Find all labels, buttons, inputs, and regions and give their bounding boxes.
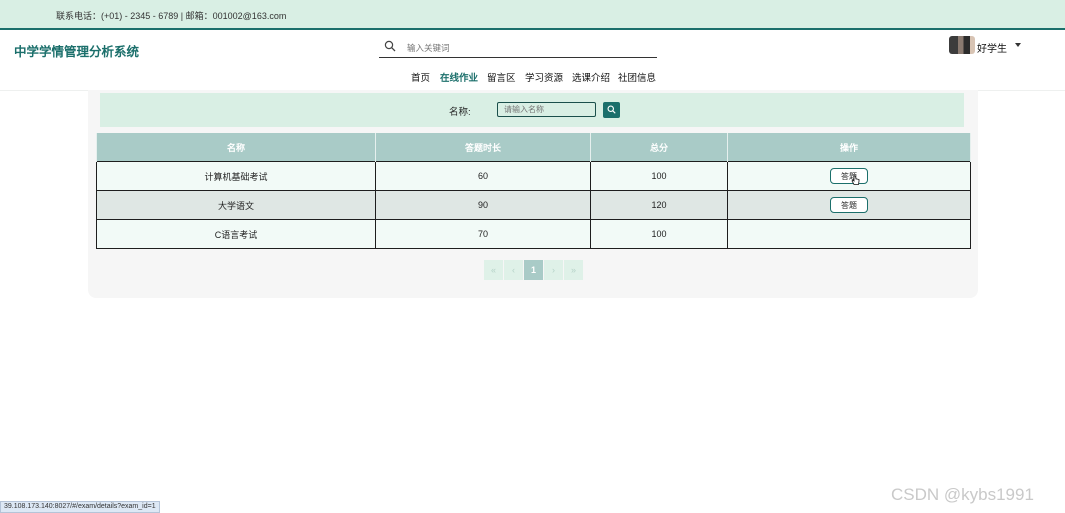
table-row: 大学语文 90 120 答题 (96, 190, 971, 220)
exam-total-score: 120 (590, 190, 728, 220)
browser-status-url: 39.108.173.140:8027/#/exam/details?exam_… (0, 501, 160, 513)
nav-item-online-homework[interactable]: 在线作业 (440, 70, 478, 84)
exam-name: C语言考试 (96, 219, 376, 249)
exam-name: 计算机基础考试 (96, 161, 376, 191)
contact-info: 联系电话：(+01) - 2345 - 6789 | 邮箱：001002@163… (56, 11, 287, 21)
action-cell: 答题 (727, 190, 971, 220)
filter-search-button[interactable] (603, 102, 620, 118)
column-header-total: 总分 (590, 133, 728, 162)
exam-total-score: 100 (590, 219, 728, 249)
action-cell (727, 219, 971, 249)
answer-button[interactable]: 答题 (830, 168, 868, 185)
column-header-action: 操作 (727, 133, 971, 162)
nav-item-message-board[interactable]: 留言区 (487, 70, 516, 84)
hand-cursor-icon (851, 175, 860, 185)
table-row: C语言考试 70 100 (96, 219, 971, 249)
search-icon[interactable] (384, 40, 396, 52)
pager-page-1[interactable]: 1 (524, 260, 543, 280)
column-header-name: 名称 (96, 133, 376, 162)
top-info-bar: 联系电话：(+01) - 2345 - 6789 | 邮箱：001002@163… (0, 0, 1065, 30)
exam-total-score: 100 (590, 161, 728, 191)
search-icon (607, 105, 616, 114)
name-filter-input[interactable] (497, 102, 596, 117)
exam-duration: 90 (375, 190, 591, 220)
site-title[interactable]: 中学学情管理分析系统 (14, 41, 139, 60)
exam-table: 名称 答题时长 总分 操作 计算机基础考试 60 100 答题 大学语文 90 … (96, 133, 971, 249)
search-input[interactable] (405, 40, 649, 55)
nav-item-home[interactable]: 首页 (411, 70, 430, 84)
exam-duration: 60 (375, 161, 591, 191)
nav-item-learning-resources[interactable]: 学习资源 (525, 70, 563, 84)
table-header-row: 名称 答题时长 总分 操作 (96, 133, 971, 162)
column-header-duration: 答题时长 (375, 133, 591, 162)
site-header: 中学学情管理分析系统 好学生 首页 在线作业 留言区 学习资源 选课介绍 社团信… (0, 30, 1065, 91)
pager-first-button[interactable]: « (484, 260, 503, 280)
pager-last-button[interactable]: » (564, 260, 583, 280)
global-search (379, 39, 657, 58)
exam-name: 大学语文 (96, 190, 376, 220)
watermark: CSDN @kybs1991 (891, 485, 1034, 504)
name-filter-label: 名称: (449, 107, 471, 118)
exam-duration: 70 (375, 219, 591, 249)
answer-button[interactable]: 答题 (830, 197, 868, 213)
pager-prev-button[interactable]: ‹ (504, 260, 523, 280)
table-row: 计算机基础考试 60 100 答题 (96, 161, 971, 191)
action-cell: 答题 (727, 161, 971, 191)
user-name[interactable]: 好学生 (977, 40, 1007, 55)
avatar[interactable] (949, 36, 975, 54)
nav-item-club-info[interactable]: 社团信息 (618, 70, 656, 84)
pager-next-button[interactable]: › (544, 260, 563, 280)
chevron-down-icon[interactable] (1015, 43, 1021, 47)
nav-item-course-intro[interactable]: 选课介绍 (572, 70, 610, 84)
